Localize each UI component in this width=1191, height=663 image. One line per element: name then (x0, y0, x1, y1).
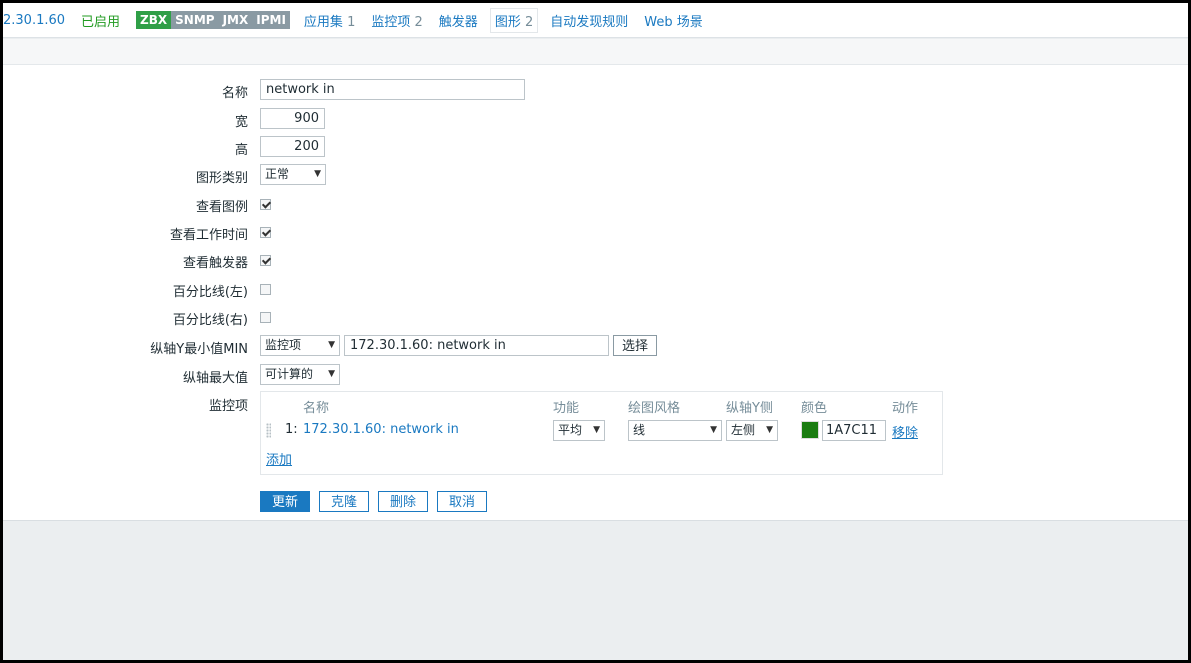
nav-items-label: 监控项 (371, 14, 411, 30)
ymax-type-select[interactable]: 可计算的 ▼ (260, 364, 340, 385)
percentile-right-checkbox[interactable] (260, 312, 271, 323)
update-button[interactable]: 更新 (260, 491, 310, 512)
ipmi-badge: IPMI (252, 11, 290, 29)
row-style-value: 线 (633, 423, 646, 437)
name-label: 名称 (221, 86, 248, 101)
ymin-label: 纵轴Y最小值MIN (150, 342, 248, 357)
row-height: 高 200 (3, 136, 1188, 160)
graph-type-select[interactable]: 正常 ▼ (260, 164, 326, 185)
graph-form-panel: 名称 network in 宽 900 高 200 图形类别 正常 ▼ 查看图例 … (3, 65, 1188, 521)
chevron-down-icon: ▼ (766, 425, 773, 435)
percentile-right-label: 百分比线(右) (172, 313, 248, 328)
width-label: 宽 (234, 115, 248, 130)
row-show-legend: 查看图例 (3, 193, 1188, 217)
jmx-badge: JMX (218, 11, 253, 29)
percentile-left-label: 百分比线(左) (172, 285, 248, 300)
show-triggers-label: 查看触发器 (182, 256, 248, 271)
row-width: 宽 900 (3, 108, 1188, 132)
graph-type-label: 图形类别 (195, 171, 248, 186)
graph-type-value: 正常 (265, 167, 290, 181)
col-header-style: 绘图风格 (628, 401, 681, 416)
chevron-down-icon: ▼ (328, 340, 335, 350)
chevron-down-icon: ▼ (710, 425, 717, 435)
zbx-badge: ZBX (136, 11, 172, 29)
color-swatch[interactable] (801, 421, 819, 439)
row-percentile-left: 百分比线(左) (3, 278, 1188, 302)
height-label: 高 (234, 143, 248, 158)
tab-strip (3, 39, 1188, 65)
row-function-select[interactable]: 平均 ▼ (553, 420, 605, 441)
nav-graphs[interactable]: 图形 2 (489, 7, 539, 33)
row-color-picker[interactable] (801, 421, 819, 439)
delete-button[interactable]: 删除 (378, 491, 428, 512)
nav-triggers[interactable]: 触发器 (439, 11, 478, 30)
cancel-button[interactable]: 取消 (437, 491, 487, 512)
nav-applications-label: 应用集 (303, 14, 343, 30)
nav-applications-count: 1 (347, 14, 356, 30)
row-ymax: 纵轴最大值 可计算的 ▼ (3, 364, 1188, 388)
graph-items-table: 名称 功能 绘图风格 纵轴Y侧 颜色 动作 1: 172.30.1.60: ne… (260, 391, 943, 475)
nav-items[interactable]: 监控项 2 (371, 11, 422, 30)
row-index: 1: (285, 422, 298, 437)
ymax-label: 纵轴最大值 (182, 371, 248, 386)
nav-applications[interactable]: 应用集 1 (304, 11, 355, 30)
host-status-enabled[interactable]: 已启用 (81, 11, 120, 30)
table-row: 1: 172.30.1.60: network in 平均 ▼ 线 ▼ 左侧 ▼ 1A… (261, 420, 942, 442)
row-name: 名称 network in (3, 79, 1188, 103)
nav-graphs-label: 图形 (494, 14, 521, 30)
chevron-down-icon: ▼ (314, 169, 321, 179)
items-label: 监控项 (208, 399, 248, 414)
ymin-item-input[interactable]: 172.30.1.60: network in (344, 335, 609, 356)
form-buttons: 更新 克隆 删除 取消 (260, 491, 487, 512)
row-ymin: 纵轴Y最小值MIN 监控项 ▼ 172.30.1.60: network in 选… (3, 335, 1188, 359)
host-link[interactable]: 2.30.1.60 (3, 13, 65, 28)
row-color-input[interactable]: 1A7C11 (822, 420, 886, 441)
add-item-link[interactable]: 添加 (266, 449, 292, 468)
clone-button[interactable]: 克隆 (319, 491, 369, 512)
host-nav-bar: 2.30.1.60 已启用 ZBX SNMP JMX IPMI 应用集 1 监控… (3, 3, 1188, 38)
show-triggers-checkbox[interactable] (260, 255, 271, 266)
row-style-select[interactable]: 线 ▼ (628, 420, 722, 441)
snmp-badge: SNMP (171, 11, 219, 29)
row-function-value: 平均 (558, 423, 583, 437)
col-header-name: 名称 (303, 401, 330, 416)
show-work-period-checkbox[interactable] (260, 227, 271, 238)
row-yaxis-value: 左侧 (731, 423, 756, 437)
row-percentile-right: 百分比线(右) (3, 306, 1188, 330)
nav-discovery-rules[interactable]: 自动发现规则 (550, 11, 628, 30)
col-header-function: 功能 (553, 401, 580, 416)
col-header-color: 颜色 (801, 401, 828, 416)
ymin-select-button[interactable]: 选择 (613, 335, 658, 356)
row-show-work-period: 查看工作时间 (3, 221, 1188, 245)
height-input[interactable]: 200 (260, 136, 325, 157)
chevron-down-icon: ▼ (328, 369, 335, 379)
row-yaxis-select[interactable]: 左侧 ▼ (726, 420, 778, 441)
row-item-name-link[interactable]: 172.30.1.60: network in (303, 422, 459, 437)
col-header-yaxis: 纵轴Y侧 (726, 401, 773, 416)
chevron-down-icon: ▼ (593, 425, 600, 435)
width-input[interactable]: 900 (260, 108, 325, 129)
row-remove-link[interactable]: 移除 (892, 422, 918, 441)
availability-badges: ZBX SNMP JMX IPMI (136, 11, 290, 29)
show-work-period-label: 查看工作时间 (169, 228, 248, 243)
ymin-type-value: 监控项 (265, 338, 302, 352)
col-header-action: 动作 (892, 401, 919, 416)
drag-handle-icon[interactable] (266, 423, 271, 438)
nav-graphs-count: 2 (524, 14, 534, 30)
row-graph-type: 图形类别 正常 ▼ (3, 164, 1188, 188)
ymin-type-select[interactable]: 监控项 ▼ (260, 335, 340, 356)
nav-web-scenarios[interactable]: Web 场景 (644, 11, 702, 30)
row-show-triggers: 查看触发器 (3, 249, 1188, 273)
show-legend-label: 查看图例 (195, 200, 248, 215)
nav-items-count: 2 (414, 14, 423, 30)
ymax-type-value: 可计算的 (265, 367, 314, 381)
percentile-left-checkbox[interactable] (260, 284, 271, 295)
name-input[interactable]: network in (260, 79, 525, 100)
show-legend-checkbox[interactable] (260, 199, 271, 210)
window-frame: 2.30.1.60 已启用 ZBX SNMP JMX IPMI 应用集 1 监控… (3, 3, 1188, 660)
